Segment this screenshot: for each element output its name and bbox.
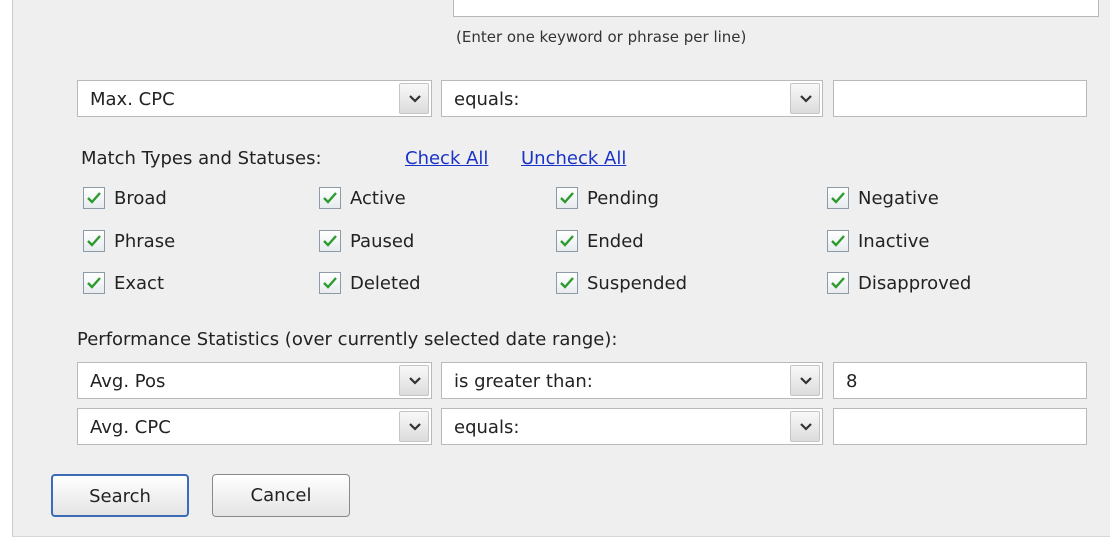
perf-value-input-1[interactable]: 8 [833,362,1087,399]
perf-value-text: 8 [846,371,858,392]
filter-field-value: Max. CPC [90,89,175,110]
perf-operator-value: equals: [454,417,520,438]
checkbox-label: Pending [587,188,659,209]
checkbox-box[interactable] [827,230,849,252]
perf-operator-select-2[interactable]: equals: [441,408,823,445]
search-button[interactable]: Search [51,474,189,517]
checkbox-label: Active [350,188,406,209]
perf-field-value: Avg. Pos [90,371,166,392]
dropdown-arrow-icon[interactable] [790,83,820,114]
filter-operator-select[interactable]: equals: [441,80,823,117]
checkbox-label: Ended [587,231,644,252]
dropdown-arrow-icon[interactable] [399,83,429,114]
checkbox-label: Negative [858,188,939,209]
checkbox-label: Exact [114,273,165,294]
keywords-textarea[interactable] [453,0,1099,17]
keyword-hint: (Enter one keyword or phrase per line) [456,28,747,46]
checkbox-box[interactable] [83,230,105,252]
checkbox-label: Disapproved [858,273,972,294]
checkbox-box[interactable] [319,272,341,294]
cancel-button[interactable]: Cancel [212,474,350,517]
perf-operator-value: is greater than: [454,371,593,392]
perf-value-input-2[interactable] [833,408,1087,445]
perf-operator-select-1[interactable]: is greater than: [441,362,823,399]
checkbox-label: Paused [350,231,415,252]
filter-field-select[interactable]: Max. CPC [77,80,432,117]
checkbox-label: Suspended [587,273,688,294]
checkbox-label: Deleted [350,273,421,294]
checkbox-box[interactable] [319,230,341,252]
checkbox-label: Broad [114,188,167,209]
checkbox-box[interactable] [827,187,849,209]
dropdown-arrow-icon[interactable] [790,365,820,396]
checkbox-label: Inactive [858,231,930,252]
match-types-label: Match Types and Statuses: [81,148,322,169]
checkbox-box[interactable] [83,187,105,209]
checkbox-box[interactable] [319,187,341,209]
checkbox-box[interactable] [556,272,578,294]
checkbox-box[interactable] [83,272,105,294]
dropdown-arrow-icon[interactable] [399,365,429,396]
perf-field-select-2[interactable]: Avg. CPC [77,408,432,445]
filter-value-input[interactable] [833,80,1087,117]
filter-operator-value: equals: [454,89,520,110]
search-filter-panel: (Enter one keyword or phrase per line) M… [12,0,1110,537]
perf-field-value: Avg. CPC [90,417,171,438]
left-margin [0,0,12,546]
check-all-link[interactable]: Check All [405,148,488,169]
performance-stats-label: Performance Statistics (over currently s… [77,329,618,350]
dropdown-arrow-icon[interactable] [790,411,820,442]
checkbox-box[interactable] [556,187,578,209]
checkbox-box[interactable] [827,272,849,294]
checkbox-label: Phrase [114,231,176,252]
perf-field-select-1[interactable]: Avg. Pos [77,362,432,399]
checkbox-box[interactable] [556,230,578,252]
dropdown-arrow-icon[interactable] [399,411,429,442]
uncheck-all-link[interactable]: Uncheck All [521,148,626,169]
